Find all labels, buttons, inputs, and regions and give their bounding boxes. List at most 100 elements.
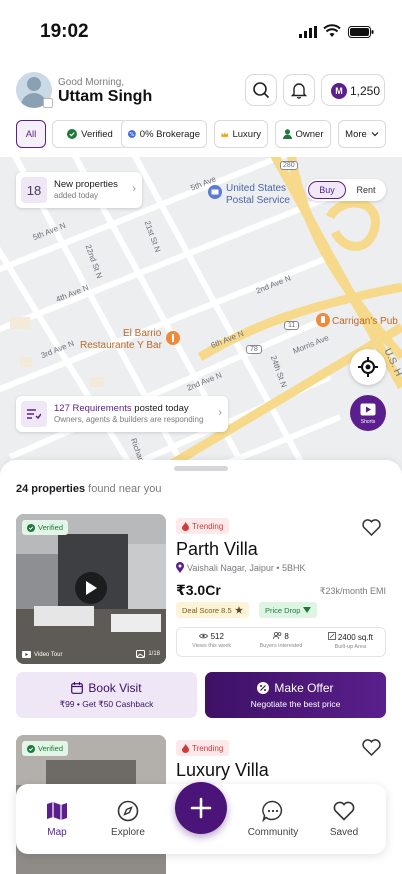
people-icon <box>273 631 282 640</box>
bell-icon <box>291 82 307 99</box>
stat-area-value: 2400 sq.ft <box>337 633 373 642</box>
search-button[interactable] <box>245 74 277 106</box>
arrow-down-icon <box>303 607 312 613</box>
price-drop-text: Price Drop <box>265 605 301 615</box>
trending-label: Trending <box>192 521 224 531</box>
poi-label: Restaurante Y Bar <box>80 340 162 351</box>
greeting-text: Good Morning, <box>58 77 125 88</box>
poi-label: El Barrio <box>123 328 162 339</box>
add-button[interactable] <box>175 782 227 834</box>
person-icon <box>282 129 292 139</box>
chip-owner[interactable]: Owner <box>275 120 331 148</box>
verified-icon <box>67 129 78 139</box>
video-icon <box>22 651 31 658</box>
coin-icon: M <box>331 83 347 99</box>
price-drop-badge: Price Drop <box>259 602 318 618</box>
buy-option[interactable]: Buy <box>308 181 346 199</box>
percent-icon: % <box>128 130 136 138</box>
verified-label: Verified <box>38 744 64 753</box>
chip-brokerage[interactable]: % 0% Brokerage <box>121 120 207 148</box>
chip-all-label: All <box>25 128 37 140</box>
rent-option[interactable]: Rent <box>348 181 384 199</box>
status-time: 19:02 <box>40 21 89 42</box>
stat-buyers: 8 Buyers interested <box>246 628 315 656</box>
new-properties-count: 18 <box>21 177 47 203</box>
new-properties-title: New properties <box>54 179 118 190</box>
nav-saved-label: Saved <box>329 827 359 838</box>
area-icon <box>327 632 336 640</box>
requirements-card[interactable]: 127 Requirements posted today Owners, ag… <box>16 396 228 432</box>
trending-badge: Trending <box>176 740 230 756</box>
crown-icon <box>221 131 229 137</box>
chip-all[interactable]: All <box>16 120 46 148</box>
chip-luxury[interactable]: Luxury <box>214 120 268 148</box>
chip-more[interactable]: More <box>338 120 386 148</box>
star-icon <box>234 606 243 614</box>
listing-title[interactable]: Parth Villa <box>176 539 258 560</box>
locate-me-button[interactable] <box>350 349 386 385</box>
video-icon <box>360 403 376 416</box>
nav-community-label: Community <box>247 827 299 838</box>
crosshair-icon <box>358 357 378 377</box>
nav-community[interactable]: Community <box>243 799 303 838</box>
results-count: 24 properties found near you <box>16 483 162 495</box>
buy-rent-toggle: Buy Rent <box>306 179 386 201</box>
coins-balance[interactable]: M 1,250 <box>321 74 385 106</box>
listing-title[interactable]: Luxury Villa <box>176 760 269 781</box>
chevron-down-icon <box>371 132 379 137</box>
nav-map[interactable]: Map <box>27 799 87 838</box>
location-pin-icon <box>176 562 184 573</box>
compass-icon <box>117 800 139 822</box>
sheet-handle[interactable] <box>174 466 228 471</box>
trending-label: Trending <box>192 743 224 753</box>
plus-icon <box>190 797 212 819</box>
chat-icon <box>262 800 283 822</box>
requirements-rest: posted today <box>131 403 189 414</box>
stat-buyers-label: Buyers interested <box>259 643 303 649</box>
avatar-badge <box>43 98 53 108</box>
video-tour-label: Video Tour <box>22 651 62 658</box>
poi-label: United States <box>226 183 287 194</box>
header: Good Morning, Uttam Singh M 1,250 <box>0 70 402 110</box>
poi-label: Carrigan's Pub <box>332 316 398 327</box>
nav-saved[interactable]: Saved <box>314 799 374 838</box>
favorite-button[interactable] <box>361 517 381 537</box>
status-bar: 19:02 <box>0 0 402 64</box>
listing-emi: ₹23k/month EMI <box>319 586 386 596</box>
fire-icon <box>182 521 189 531</box>
chip-verified[interactable]: Verified <box>52 120 128 148</box>
new-properties-card[interactable]: 18 New properties added today › <box>16 172 142 208</box>
percent-badge-icon <box>257 682 270 694</box>
verified-label: Verified <box>38 523 64 532</box>
listing-location: Vaishali Nagar, Jaipur • 5BHK <box>176 562 306 573</box>
notifications-button[interactable] <box>283 74 315 106</box>
listing-image[interactable]: Verified Video Tour 1/18 <box>16 514 166 664</box>
shorts-label: Shorts <box>360 419 376 425</box>
nav-explore[interactable]: Explore <box>98 799 158 838</box>
user-name: Uttam Singh <box>58 88 153 105</box>
new-properties-subtitle: added today <box>54 191 99 200</box>
play-button[interactable] <box>75 572 107 604</box>
chip-brokerage-label: 0% Brokerage <box>139 128 200 140</box>
fire-icon <box>182 743 189 753</box>
listing-price: ₹3.0Cr <box>176 582 221 598</box>
make-offer-button[interactable]: Make Offer Negotiate the best price <box>205 672 386 718</box>
nav-map-label: Map <box>47 827 67 838</box>
book-visit-button[interactable]: Book Visit ₹99 • Get ₹50 Cashback <box>16 672 197 718</box>
make-offer-subtext: Negotiate the best price <box>250 699 341 709</box>
results-number: 24 properties <box>16 483 86 495</box>
map-view[interactable]: 5th Ave 5th Ave N 4th Ave N 2nd Ave N 22… <box>0 157 402 477</box>
gallery-icon <box>136 650 146 658</box>
trending-badge: Trending <box>176 518 230 534</box>
listing-stats: 512 Views this week 8 Buyers interested … <box>176 627 386 657</box>
chip-more-label: More <box>345 128 367 140</box>
favorite-button[interactable] <box>361 737 381 757</box>
chip-owner-label: Owner <box>295 128 324 140</box>
highway-shield: 280 <box>280 161 298 170</box>
book-visit-subtext: ₹99 • Get ₹50 Cashback <box>59 699 154 709</box>
chip-luxury-label: Luxury <box>232 128 261 140</box>
chevron-right-icon: › <box>218 407 222 419</box>
listing-location-text: Vaishali Nagar, Jaipur • 5BHK <box>187 562 306 573</box>
heart-icon <box>361 738 381 756</box>
shorts-button[interactable]: Shorts <box>350 395 386 431</box>
